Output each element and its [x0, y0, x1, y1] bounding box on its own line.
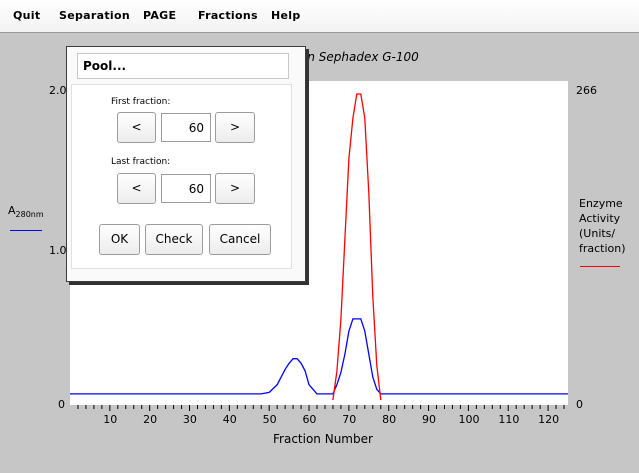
left-axis-legend-line: [10, 230, 42, 231]
right-axis-label-line: (Units/: [579, 227, 616, 240]
x-tick-label: 20: [143, 413, 158, 426]
cancel-button[interactable]: Cancel: [209, 224, 271, 255]
x-tick-label: 110: [498, 413, 520, 426]
last-decrement-button[interactable]: <: [117, 173, 156, 204]
ok-button[interactable]: OK: [99, 224, 140, 255]
enzyme-activity-line: [332, 93, 382, 401]
right-axis-label-line: Enzyme: [579, 197, 623, 210]
right-axis-legend-line: [580, 266, 620, 267]
x-tick-label: 10: [103, 413, 118, 426]
right-axis-tick-max: 266: [576, 84, 597, 97]
x-tick-label: 50: [262, 413, 277, 426]
right-axis-label-line: fraction): [579, 242, 626, 255]
first-decrement-button[interactable]: <: [117, 112, 156, 143]
last-fraction-input[interactable]: 60: [161, 174, 211, 203]
x-tick-marks: [77, 405, 565, 411]
left-axis-label: A280nm: [8, 204, 44, 219]
x-tick-label: 100: [458, 413, 480, 426]
x-tick-label: 60: [302, 413, 317, 426]
right-axis-label-line: Activity: [579, 212, 621, 225]
x-tick-label: 30: [182, 413, 197, 426]
x-tick-label: 70: [342, 413, 357, 426]
left-axis-tick-mid: 1.0: [49, 244, 67, 257]
left-axis-tick-zero: 0: [58, 398, 65, 411]
x-tick-label: 90: [421, 413, 436, 426]
pool-dialog: Pool... First fraction: < 60 > Last frac…: [66, 46, 306, 282]
x-tick-label: 40: [222, 413, 237, 426]
dialog-title: Pool...: [77, 53, 289, 79]
left-axis-label-main: A: [8, 204, 16, 217]
first-increment-button[interactable]: >: [215, 112, 255, 143]
right-axis-label: Enzyme Activity (Units/ fraction): [579, 196, 626, 256]
x-tick-label: 120: [538, 413, 560, 426]
first-fraction-input[interactable]: 60: [161, 113, 211, 142]
left-axis-label-sub: 280nm: [15, 210, 44, 219]
x-axis-label: Fraction Number: [273, 432, 373, 446]
check-button[interactable]: Check: [145, 224, 203, 255]
first-fraction-label: First fraction:: [111, 97, 171, 107]
right-axis-tick-zero: 0: [576, 398, 583, 411]
last-increment-button[interactable]: >: [215, 173, 255, 204]
left-axis-tick-max: 2.0: [49, 84, 67, 97]
last-fraction-label: Last fraction:: [111, 157, 171, 167]
x-tick-label: 80: [382, 413, 397, 426]
dialog-body: First fraction: < 60 > Last fraction: < …: [71, 84, 292, 269]
absorbance-line: [70, 318, 568, 395]
